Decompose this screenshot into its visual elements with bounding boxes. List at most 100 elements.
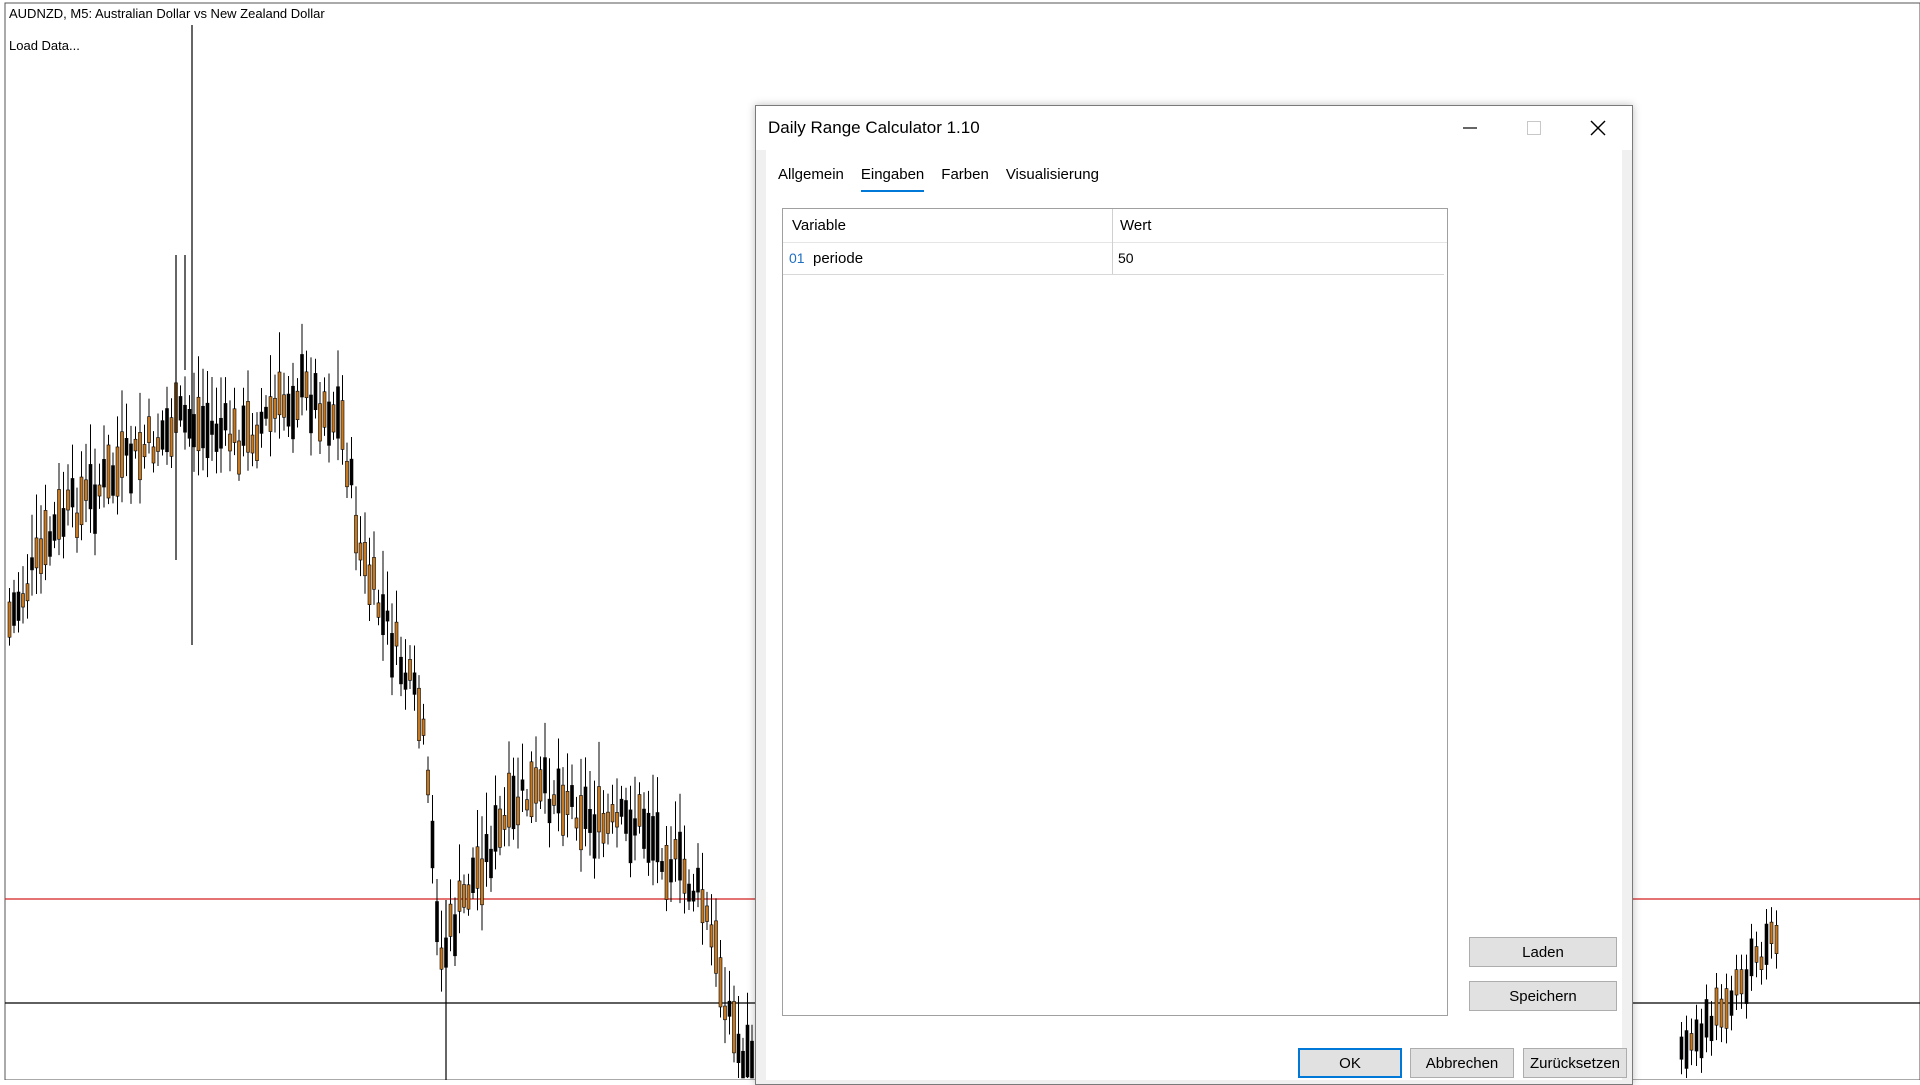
candle-body	[336, 386, 340, 439]
candle-body	[210, 420, 214, 435]
candle-body	[723, 1005, 727, 1021]
candle-body	[520, 779, 525, 791]
candle-body	[394, 621, 399, 647]
candle-body	[48, 531, 52, 557]
inputs-table[interactable]: Variable Wert 01 periode 50	[782, 208, 1448, 1016]
candle-body	[349, 458, 354, 486]
candle-body	[1689, 1033, 1694, 1051]
candle-body	[169, 417, 174, 457]
candle-body	[714, 920, 718, 974]
candle-body	[750, 1040, 754, 1079]
candle-body	[331, 404, 336, 433]
row-value[interactable]: 50	[1118, 250, 1134, 266]
candle-body	[1744, 969, 1749, 1004]
candle-body	[687, 883, 691, 902]
candle-body	[705, 905, 709, 922]
candle-body	[201, 405, 205, 449]
candle-body	[205, 402, 210, 459]
close-button[interactable]	[1566, 106, 1630, 150]
candle-body	[624, 800, 628, 834]
candle-body	[1764, 923, 1769, 965]
candle-body	[552, 794, 556, 806]
ok-button[interactable]: OK	[1298, 1048, 1402, 1078]
candle-body	[592, 814, 597, 859]
candle-body	[318, 403, 322, 442]
candle-body	[1734, 969, 1739, 996]
candle-body	[237, 440, 241, 475]
candle-body	[1754, 946, 1759, 963]
candle-body	[291, 385, 295, 440]
candle-body	[435, 901, 439, 943]
candle-body	[583, 786, 588, 829]
candle-body	[241, 405, 246, 446]
candle-body	[1694, 1019, 1699, 1052]
dialog-content: Allgemein Eingaben Farben Visualisierung…	[766, 150, 1627, 1080]
candle-body	[633, 818, 637, 836]
candle-body	[493, 805, 498, 852]
candle-body	[57, 489, 61, 540]
candle-body	[610, 804, 615, 823]
candle-body	[664, 844, 669, 900]
candle-body	[372, 557, 376, 590]
cancel-button[interactable]: Abbrechen	[1410, 1048, 1514, 1078]
candle-body	[43, 510, 48, 566]
candle-body	[696, 867, 700, 893]
candle-body	[682, 858, 687, 894]
candle-body	[1749, 938, 1754, 977]
candle-body	[183, 404, 187, 433]
tab-bar: Allgemein Eingaben Farben Visualisierung	[778, 166, 1116, 192]
candle-body	[426, 769, 430, 796]
candle-body	[259, 411, 264, 434]
candle-body	[1699, 1023, 1704, 1059]
candle-body	[651, 816, 655, 861]
candle-body	[741, 1050, 745, 1079]
candle-body	[273, 397, 277, 419]
candle-body	[282, 394, 286, 418]
reset-button[interactable]: Zurücksetzen	[1523, 1048, 1627, 1078]
candle-body	[538, 769, 543, 802]
tab-farben[interactable]: Farben	[941, 166, 989, 192]
minimize-button[interactable]	[1438, 106, 1502, 150]
save-button[interactable]: Speichern	[1469, 981, 1617, 1011]
candle-body	[727, 1000, 732, 1017]
candle-body	[462, 884, 466, 908]
candle-body	[1759, 956, 1764, 970]
load-button[interactable]: Laden	[1469, 937, 1617, 967]
candle-body	[439, 947, 444, 970]
candle-body	[1729, 990, 1734, 1016]
column-header-wert[interactable]: Wert	[1120, 217, 1151, 234]
candle-body	[1679, 1036, 1684, 1060]
candle-body	[660, 861, 664, 872]
candle-body	[637, 794, 642, 827]
candle-body	[142, 444, 147, 458]
tab-allgemein[interactable]: Allgemein	[778, 166, 844, 192]
table-row[interactable]: 01 periode 50	[783, 243, 1444, 275]
candle-body	[669, 859, 673, 883]
candle-body	[178, 396, 183, 421]
candle-body	[354, 514, 358, 554]
candle-body	[673, 839, 678, 860]
candle-body	[525, 799, 529, 811]
candle-body	[547, 798, 552, 824]
candle-body	[466, 884, 471, 910]
candle-body	[543, 757, 547, 794]
candle-body	[187, 409, 192, 439]
candle-body	[264, 406, 268, 419]
column-header-variable[interactable]: Variable	[792, 217, 846, 234]
tab-eingaben[interactable]: Eingaben	[860, 166, 925, 192]
candle-body	[12, 592, 16, 626]
candle-body	[313, 373, 318, 411]
candle-body	[678, 831, 682, 881]
candle-body	[700, 889, 705, 924]
candle-body	[196, 396, 201, 452]
candle-body	[66, 489, 70, 511]
row-type-badge: 01	[789, 250, 805, 266]
candle-body	[322, 391, 327, 428]
chart-symbol-title: AUDNZD, M5: Australian Dollar vs New Zea…	[9, 6, 325, 21]
tab-visualisierung[interactable]: Visualisierung	[1006, 166, 1099, 192]
candle-body	[745, 1024, 750, 1078]
candle-body	[138, 432, 142, 481]
dialog-titlebar[interactable]: Daily Range Calculator 1.10	[756, 106, 1632, 150]
candle-body	[412, 672, 417, 695]
candle-body	[106, 444, 111, 499]
